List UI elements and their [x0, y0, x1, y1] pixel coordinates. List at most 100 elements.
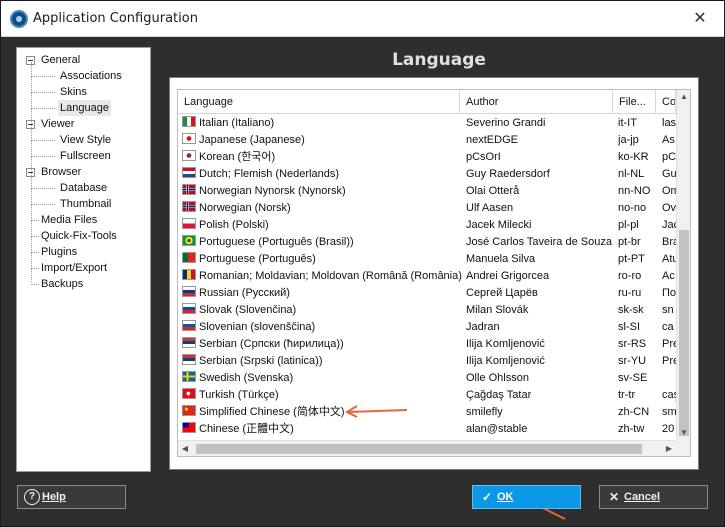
language-name: Serbian (Srpski (latinica)) — [199, 355, 323, 367]
language-name: Polish (Polski) — [199, 219, 269, 231]
tree-item-associations[interactable]: Associations — [17, 68, 150, 84]
table-row[interactable]: Simplified Chinese (简体中文) smilefly zh-CN sm — [178, 404, 676, 421]
tree-item-language[interactable]: Language — [17, 100, 150, 116]
tree-item-media-files[interactable]: Media Files — [17, 212, 150, 228]
tree-item-label: Fullscreen — [60, 150, 111, 162]
table-row[interactable]: Serbian (Српски (ћирилица)) Ilija Komljen… — [178, 336, 676, 353]
tree-item-label: Plugins — [41, 246, 78, 258]
vertical-scroll-thumb[interactable] — [679, 230, 689, 436]
table-row[interactable]: Japanese (Japanese) nextEDGE ja-jp As — [178, 132, 676, 149]
author-cell: Olai Otterå — [466, 185, 520, 197]
language-cell: Norwegian (Norsk) — [182, 200, 462, 217]
language-cell: Italian (Italiano) — [182, 115, 462, 132]
tree-item-label: Backups — [41, 278, 84, 290]
tree-item-database[interactable]: Database — [17, 180, 150, 196]
column-header-author[interactable]: Author — [460, 90, 613, 114]
co-cell: las — [662, 117, 676, 129]
language-list[interactable]: Language Author File... Co Italian (Ital… — [177, 89, 691, 457]
flag-icon — [182, 116, 196, 127]
language-name: Norwegian (Norsk) — [199, 202, 291, 214]
language-name: Simplified Chinese (简体中文) — [199, 406, 345, 418]
table-row[interactable]: Portuguese (Português (Brasil)) José Carl… — [178, 234, 676, 251]
table-row[interactable]: Italian (Italiano) Severino Grandi it-IT la… — [178, 115, 676, 132]
file-cell: sk-sk — [618, 304, 644, 316]
language-name: Turkish (Türkçe) — [199, 389, 279, 401]
co-cell: Pre — [662, 338, 676, 350]
column-header-co[interactable]: Co — [656, 90, 676, 114]
tree-item-import-export[interactable]: Import/Export — [17, 260, 150, 276]
tree-item-thumbnail[interactable]: Thumbnail — [17, 196, 150, 212]
flag-icon — [182, 303, 196, 314]
horizontal-scrollbar[interactable]: ◀ ▶ — [178, 440, 676, 456]
table-row[interactable]: Korean (한국어) pCsOrI ko-KR pC — [178, 149, 676, 166]
co-cell: Bra — [662, 236, 676, 248]
table-row[interactable]: Chinese (正體中文) alan@stable zh-tw 20 — [178, 421, 676, 438]
table-row[interactable]: Swedish (Svenska) Olle Ohlsson sv-SE — [178, 370, 676, 387]
scroll-up-icon[interactable]: ▲ — [677, 90, 690, 104]
language-name: Dutch; Flemish (Nederlands) — [199, 168, 339, 180]
table-row[interactable]: Turkish (Türkçe) Çağdaş Tatar tr-tr caş — [178, 387, 676, 404]
language-cell: Chinese (正體中文) — [182, 421, 462, 438]
co-cell: Gu — [662, 168, 676, 180]
author-cell: alan@stable — [466, 423, 528, 435]
tree-item-fullscreen[interactable]: Fullscreen — [17, 148, 150, 164]
table-row[interactable]: Russian (Русский) Сергей Царёв ru-ru По — [178, 285, 676, 302]
author-cell: Jadran — [466, 321, 500, 333]
tree-item-browser[interactable]: Browser — [17, 164, 150, 180]
tree-item-skins[interactable]: Skins — [17, 84, 150, 100]
tree-item-label: Browser — [41, 166, 82, 178]
flag-icon — [182, 218, 196, 229]
tree-item-view-style[interactable]: View Style — [17, 132, 150, 148]
vertical-scrollbar[interactable]: ▲ ▼ — [676, 90, 690, 440]
tree-item-label: Language — [58, 100, 111, 116]
scroll-down-icon[interactable]: ▼ — [677, 426, 690, 440]
settings-tree[interactable]: General Associations Skins Language Viewer Vi… — [16, 47, 151, 472]
tree-connector — [31, 284, 39, 285]
column-header-file[interactable]: File... — [613, 90, 656, 114]
language-name: Chinese (正體中文) — [199, 423, 294, 435]
author-cell: Ilija Komljenović — [466, 355, 545, 367]
table-row[interactable]: Dutch; Flemish (Nederlands) Guy Raedersdo… — [178, 166, 676, 183]
language-name: Romanian; Moldavian; Moldovan (Română (R… — [199, 270, 462, 282]
scroll-left-icon[interactable]: ◀ — [178, 441, 192, 456]
author-cell: Ilija Komljenović — [466, 338, 545, 350]
close-icon[interactable]: ✕ — [690, 8, 710, 28]
help-button[interactable]: ? Help — [17, 485, 126, 509]
table-row[interactable]: Norwegian Nynorsk (Nynorsk) Olai Otterå nn… — [178, 183, 676, 200]
language-cell: Norwegian Nynorsk (Nynorsk) — [182, 183, 462, 200]
file-cell: pt-br — [618, 236, 641, 248]
table-row[interactable]: Slovak (Slovenčina) Milan Slovák sk-sk sn — [178, 302, 676, 319]
tree-item-quick-fix-tools[interactable]: Quick-Fix-Tools — [17, 228, 150, 244]
list-rows: Italian (Italiano) Severino Grandi it-IT la… — [178, 115, 676, 438]
file-cell: pl-pl — [618, 219, 639, 231]
flag-icon — [182, 167, 196, 178]
table-row[interactable]: Serbian (Srpski (latinica)) Ilija Komljen… — [178, 353, 676, 370]
tree-item-label: View Style — [60, 134, 112, 146]
language-cell: Serbian (Srpski (latinica)) — [182, 353, 462, 370]
file-cell: zh-CN — [618, 406, 650, 418]
table-row[interactable]: Polish (Polski) Jacek Milecki pl-pl Jac — [178, 217, 676, 234]
table-row[interactable]: Portuguese (Português) Manuela Silva pt-PT… — [178, 251, 676, 268]
tree-item-plugins[interactable]: Plugins — [17, 244, 150, 260]
cancel-button-label: Cancel — [624, 491, 661, 503]
tree-connector — [31, 62, 32, 282]
tree-item-viewer[interactable]: Viewer — [17, 116, 150, 132]
tree-item-general[interactable]: General — [17, 52, 150, 68]
column-header-language[interactable]: Language — [178, 90, 460, 114]
tree-item-backups[interactable]: Backups — [17, 276, 150, 292]
table-row[interactable]: Slovenian (slovenščina) Jadran sl-SI ca — [178, 319, 676, 336]
tree-item-label: Skins — [60, 86, 87, 98]
horizontal-scroll-thumb[interactable] — [196, 444, 642, 454]
table-row[interactable]: Romanian; Moldavian; Moldovan (Română (R… — [178, 268, 676, 285]
scroll-right-icon[interactable]: ▶ — [662, 441, 676, 456]
author-cell: Severino Grandi — [466, 117, 546, 129]
cancel-button[interactable]: ✕ Cancel — [599, 485, 708, 509]
file-cell: no-no — [618, 202, 647, 214]
table-row[interactable]: Norwegian (Norsk) Ulf Aasen no-no Ov — [178, 200, 676, 217]
tree-connector — [31, 268, 39, 269]
co-cell: caş — [662, 389, 676, 401]
ok-button[interactable]: ✓ OK — [472, 485, 581, 509]
language-name: Italian (Italiano) — [199, 117, 275, 129]
language-cell: Romanian; Moldavian; Moldovan (Română (R… — [182, 268, 462, 285]
help-icon: ? — [24, 489, 40, 505]
